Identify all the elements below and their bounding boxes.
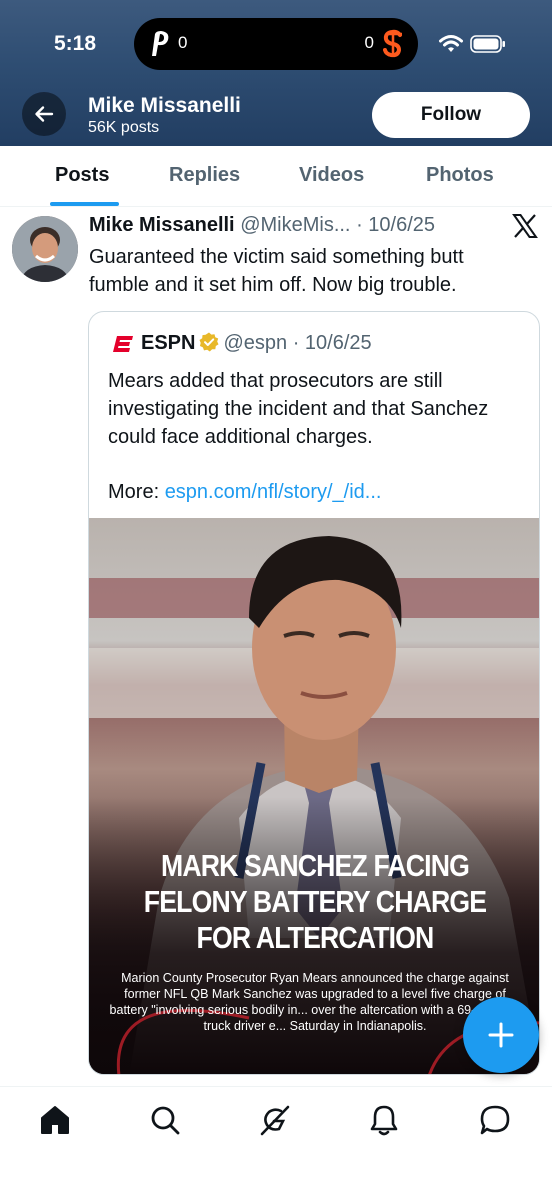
active-tab-indicator [50, 202, 119, 206]
arrow-left-icon [35, 106, 54, 122]
battery-icon [470, 35, 505, 53]
quoted-tweet-more: More: espn.com/nfl/story/_/id... [108, 481, 381, 504]
x-logo-icon [512, 214, 538, 238]
status-time: 5:18 [54, 32, 97, 55]
tweet-author-handle[interactable]: @MikeMis... [240, 214, 350, 236]
avatar-image [12, 216, 78, 282]
profile-name: Mike Missanelli [88, 94, 241, 117]
verified-badge-icon [199, 332, 219, 352]
tab-videos[interactable]: Videos [299, 164, 364, 187]
profile-header: 5:18 0 0 Mike Missanelli 56K posts Follo… [0, 0, 552, 146]
article-image[interactable]: MARK SANCHEZ FACING FELONY BATTERY CHARG… [89, 518, 539, 1074]
profile-post-count: 56K posts [88, 119, 160, 136]
compose-button[interactable] [463, 997, 539, 1073]
tweet-date: · 10/6/25 [356, 214, 436, 236]
home-icon[interactable] [38, 1103, 72, 1137]
headline-line-3: FOR ALTERCATION [196, 920, 435, 955]
plus-icon [488, 1022, 514, 1048]
headline-line-2: FELONY BATTERY CHARGE [143, 884, 487, 919]
more-label: More: [108, 481, 165, 503]
tab-posts[interactable]: Posts [55, 164, 109, 187]
bottom-navigation [0, 1086, 552, 1200]
back-button[interactable] [22, 92, 66, 136]
profile-tabs: Posts Replies Videos Photos [0, 146, 552, 207]
tweet-header: Mike Missanelli @MikeMis... · 10/6/25 [89, 214, 435, 237]
status-bar: 5:18 0 0 [0, 0, 552, 88]
espn-logo-icon [113, 336, 133, 352]
messages-icon[interactable] [478, 1103, 512, 1137]
follow-button[interactable]: Follow [372, 92, 530, 138]
wifi-icon [439, 35, 463, 52]
grok-icon[interactable] [258, 1103, 292, 1137]
profile-nav-row: Mike Missanelli 56K posts Follow [0, 88, 552, 146]
giants-logo-icon [383, 29, 402, 58]
avatar[interactable] [12, 216, 78, 282]
tab-photos[interactable]: Photos [426, 164, 494, 187]
search-icon[interactable] [148, 1103, 182, 1137]
score-left: 0 [178, 33, 188, 52]
tweet-text: Guaranteed the victim said something but… [89, 246, 464, 296]
quoted-author-name: ESPN [141, 332, 196, 354]
quoted-tweet-card[interactable]: ESPN @espn · 10/6/25 Mears added that pr… [88, 311, 540, 1075]
tab-replies[interactable]: Replies [169, 164, 240, 187]
article-link[interactable]: espn.com/nfl/story/_/id... [165, 481, 382, 503]
article-caption: Marion County Prosecutor Ryan Mears anno… [109, 971, 521, 1033]
live-activity-island[interactable]: 0 0 [134, 18, 418, 70]
phillies-logo-icon [152, 31, 169, 56]
quoted-tweet-text: Mears added that prosecutors are still i… [108, 370, 489, 448]
tweet-author-name[interactable]: Mike Missanelli [89, 214, 235, 236]
score-right: 0 [364, 33, 374, 52]
headline-line-1: MARK SANCHEZ FACING [160, 848, 470, 883]
article-headline: MARK SANCHEZ FACING FELONY BATTERY CHARG… [121, 848, 510, 956]
notifications-icon[interactable] [367, 1103, 401, 1137]
quoted-tweet-header: ESPN @espn · 10/6/25 [141, 332, 372, 355]
quoted-author-handle: @espn [223, 332, 288, 354]
quoted-tweet-date: · 10/6/25 [292, 332, 372, 354]
